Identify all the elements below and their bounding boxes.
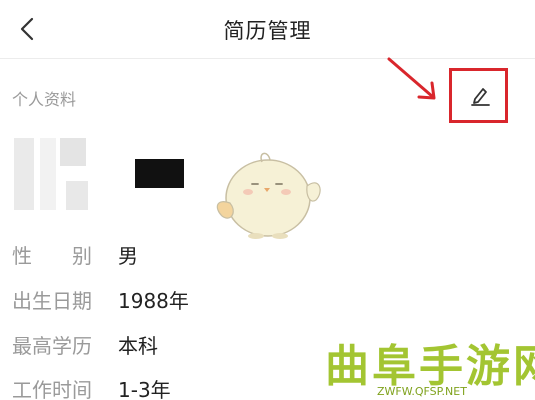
page-title: 简历管理: [223, 19, 312, 43]
avatar: [14, 133, 94, 213]
watermark-url: ZWFW.QFSP.NET: [377, 385, 467, 398]
education-value: 本科: [118, 334, 158, 358]
birth-date-label: 出生日期: [12, 289, 92, 313]
pencil-edit-icon: [471, 88, 490, 106]
site-watermark: 曲阜手游网 ZWFW.QFSP.NET: [325, 330, 535, 400]
work-experience-label: 工作时间: [12, 378, 92, 400]
work-experience-value: 1-3年: [118, 378, 171, 400]
section-title-personal-info: 个人资料: [12, 90, 77, 109]
edit-profile-button[interactable]: [449, 68, 508, 123]
name-redacted: [135, 159, 184, 188]
top-navigation-bar: 简历管理: [0, 0, 535, 59]
gender-value: 男: [118, 244, 138, 268]
resume-management-screen: 简历管理 个人资料 性 别 男 出生日期 1988年 最高学历 本科 工作时间 …: [0, 0, 535, 400]
education-label: 最高学历: [12, 334, 92, 358]
gender-label: 性 别: [12, 244, 92, 268]
birth-date-value: 1988年: [118, 289, 189, 313]
annotation-arrow-icon: [387, 57, 436, 100]
mascot-chick-icon: [216, 152, 321, 239]
